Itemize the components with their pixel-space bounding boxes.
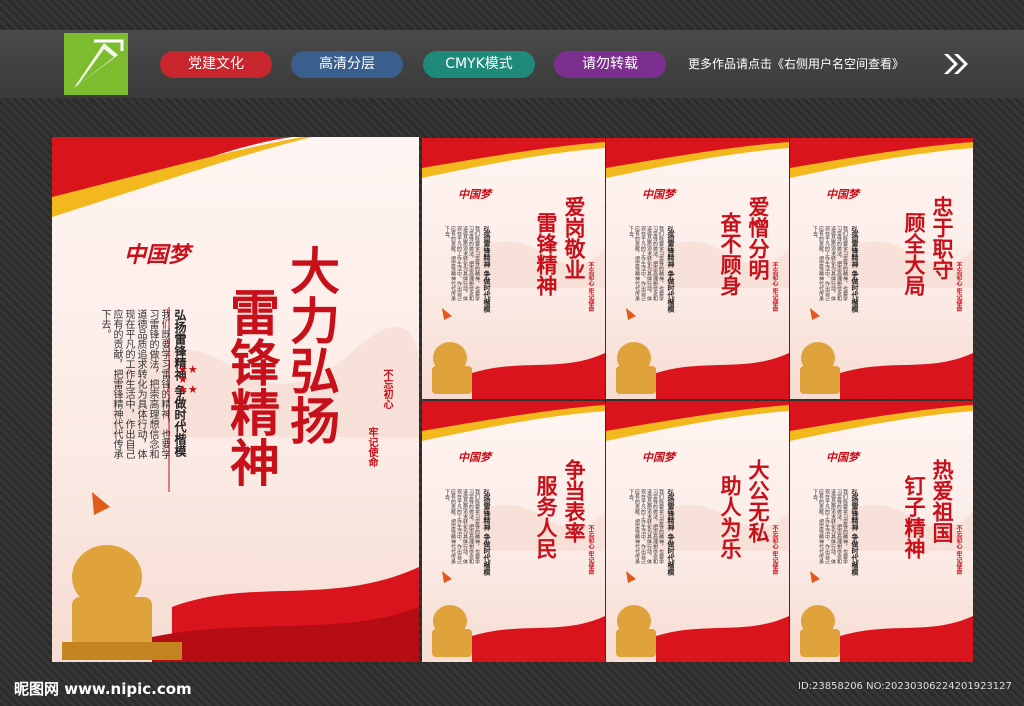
small-title-line2: 奋不顾身 — [718, 212, 743, 296]
tag-hd-layers: 高清分层 — [291, 51, 403, 78]
small-poster: 中国梦 争当表率 服务人民 弘扬雷锋精神 争做时代楷模 不忘初心 牢记使命 我们… — [422, 401, 605, 662]
main-body-text: 我们既要学习雷锋的精神，也要学习雷锋的做法，把崇高理想信念和道德品质追求转化为具… — [99, 309, 170, 459]
pen-logo-icon — [74, 39, 124, 88]
small-body-text: 我们既要学习雷锋的精神，也要学习雷锋的做法，把崇高理想信念和道德品质追求转化为具… — [812, 226, 848, 301]
small-title-line2: 顾全大局 — [902, 212, 927, 296]
china-dream-brand: 中国梦 — [826, 451, 859, 464]
main-poster: 中国梦 大力弘扬 雷锋精神 弘扬雷锋精神 争做时代楷模 不忘初心 牢记使命 我们… — [52, 137, 419, 662]
tag-no-repost: 请勿转载 — [554, 51, 666, 78]
small-title-line1: 爱憎分明 — [746, 196, 771, 280]
small-slogan: 弘扬雷锋精神 争做时代楷模 — [667, 226, 676, 313]
stone-lion — [62, 545, 182, 660]
main-title-line2: 雷锋精神 — [222, 287, 281, 487]
logo — [64, 33, 128, 95]
small-seal: 不忘初心 牢记使命 — [955, 262, 962, 313]
small-title-line1: 争当表率 — [562, 459, 587, 543]
small-title-line2: 助人为乐 — [718, 475, 743, 559]
small-slogan: 弘扬雷锋精神 争做时代楷模 — [667, 489, 676, 576]
image-id: ID:23858206 NO:20230306224201923127 — [798, 681, 1012, 692]
china-dream-brand: 中国梦 — [458, 451, 491, 464]
tag-cmyk: CMYK模式 — [423, 51, 535, 78]
small-poster: 中国梦 忠于职守 顾全大局 弘扬雷锋精神 争做时代楷模 不忘初心 牢记使命 我们… — [790, 138, 973, 399]
small-poster: 中国梦 爱岗敬业 雷锋精神 弘扬雷锋精神 争做时代楷模 不忘初心 牢记使命 我们… — [422, 138, 605, 399]
small-seal: 不忘初心 牢记使命 — [587, 525, 594, 576]
small-body-text: 我们既要学习雷锋的精神，也要学习雷锋的做法，把崇高理想信念和道德品质追求转化为具… — [444, 489, 480, 564]
tag-dangjian: 党建文化 — [160, 51, 272, 78]
double-chevron-right-icon[interactable] — [944, 54, 970, 74]
small-slogan: 弘扬雷锋精神 争做时代楷模 — [851, 226, 860, 313]
small-seal: 不忘初心 牢记使命 — [771, 525, 778, 576]
small-body-text: 我们既要学习雷锋的精神，也要学习雷锋的做法，把崇高理想信念和道德品质追求转化为具… — [812, 489, 848, 564]
small-title-line2: 服务人民 — [534, 475, 559, 559]
small-poster: 中国梦 热爱祖国 钉子精神 弘扬雷锋精神 争做时代楷模 不忘初心 牢记使命 我们… — [790, 401, 973, 662]
small-title-line1: 爱岗敬业 — [562, 196, 587, 280]
china-dream-brand: 中国梦 — [826, 188, 859, 201]
small-slogan: 弘扬雷锋精神 争做时代楷模 — [483, 226, 492, 313]
small-body-text: 我们既要学习雷锋的精神，也要学习雷锋的做法，把崇高理想信念和道德品质追求转化为具… — [628, 226, 664, 301]
small-title-line1: 大公无私 — [746, 459, 771, 543]
seal-right: 牢记使命 — [366, 427, 377, 467]
china-dream-brand: 中国梦 — [642, 451, 675, 464]
china-dream-brand: 中国梦 — [458, 188, 491, 201]
seal-left: 不忘初心 — [381, 369, 392, 409]
small-slogan: 弘扬雷锋精神 争做时代楷模 — [851, 489, 860, 576]
nipic-watermark: 昵图网 www.nipic.com — [14, 680, 192, 698]
star-decoration: ★★ ★ ★★ — [178, 363, 198, 396]
small-seal: 不忘初心 牢记使命 — [955, 525, 962, 576]
small-title-line2: 雷锋精神 — [534, 212, 559, 296]
main-title-line1: 大力弘扬 — [282, 245, 341, 445]
small-body-text: 我们既要学习雷锋的精神，也要学习雷锋的做法，把崇高理想信念和道德品质追求转化为具… — [444, 226, 480, 301]
small-poster: 中国梦 爱憎分明 奋不顾身 弘扬雷锋精神 争做时代楷模 不忘初心 牢记使命 我们… — [606, 138, 789, 399]
small-seal: 不忘初心 牢记使命 — [771, 262, 778, 313]
small-slogan: 弘扬雷锋精神 争做时代楷模 — [483, 489, 492, 576]
china-dream-brand: 中国梦 — [642, 188, 675, 201]
china-dream-brand: 中国梦 — [124, 242, 191, 268]
more-works-link[interactable]: 更多作品请点击《右侧用户名空间查看》 — [688, 55, 904, 72]
small-poster: 中国梦 大公无私 助人为乐 弘扬雷锋精神 争做时代楷模 不忘初心 牢记使命 我们… — [606, 401, 789, 662]
small-title-line1: 热爱祖国 — [930, 459, 955, 543]
small-body-text: 我们既要学习雷锋的精神，也要学习雷锋的做法，把崇高理想信念和道德品质追求转化为具… — [628, 489, 664, 564]
small-title-line2: 钉子精神 — [902, 475, 927, 559]
small-title-line1: 忠于职守 — [930, 196, 955, 280]
small-seal: 不忘初心 牢记使命 — [587, 262, 594, 313]
